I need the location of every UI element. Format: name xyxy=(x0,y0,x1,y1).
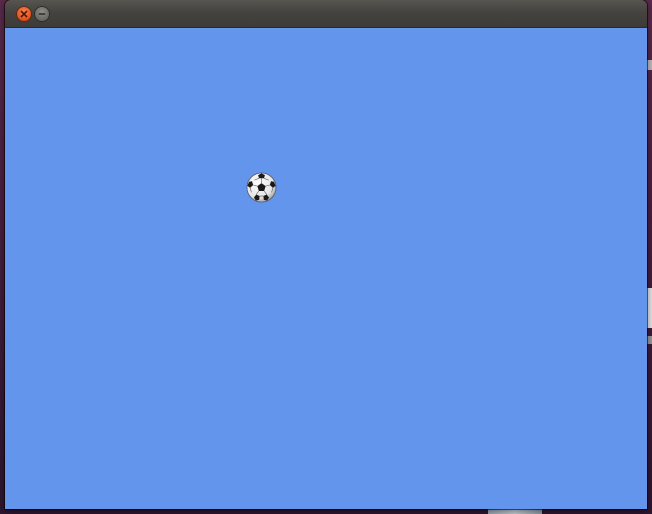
desktop xyxy=(0,0,652,514)
title-bar[interactable] xyxy=(5,0,647,28)
minimize-icon xyxy=(38,13,46,15)
close-button[interactable] xyxy=(17,7,31,21)
minimize-button[interactable] xyxy=(35,7,49,21)
close-icon xyxy=(20,10,28,18)
soccer-ball-icon xyxy=(246,172,277,203)
game-window xyxy=(5,0,647,509)
game-canvas[interactable] xyxy=(5,28,647,509)
